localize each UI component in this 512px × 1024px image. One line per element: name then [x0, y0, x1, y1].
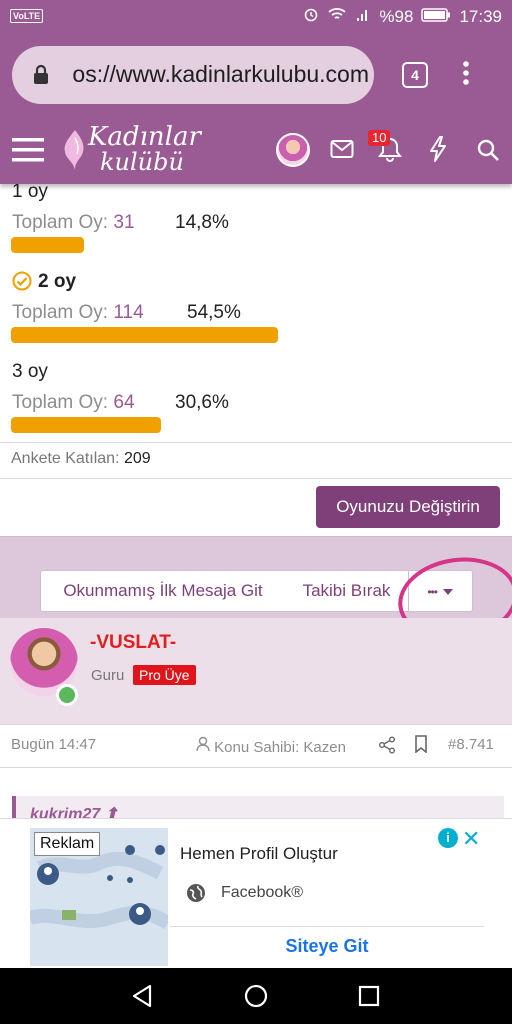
status-bar: VoLTE %98 17:39 [0, 0, 512, 36]
unfollow-button[interactable]: Takibi Bırak [285, 570, 409, 612]
poll-participants: Ankete Katılan: 209 [11, 450, 151, 468]
votes-count: 114 [113, 302, 144, 323]
post-number[interactable]: #8.741 [448, 736, 494, 753]
post-date[interactable]: Bugün 14:47 [11, 736, 96, 753]
ad-close-icon[interactable]: ✕ [462, 826, 480, 852]
poll-option-1-bar [11, 237, 84, 253]
browser-toolbar: os://www.kadinlarkulubu.com 4 [0, 36, 512, 114]
divider [0, 478, 512, 479]
poll-option-3-label: 3 oy [12, 361, 48, 382]
poll-option-1-votes: Toplam Oy: 31 [12, 212, 135, 234]
ad-source: Facebook® [221, 884, 304, 901]
volte-indicator: VoLTE [10, 9, 44, 23]
alarm-icon [303, 6, 319, 27]
post-header [0, 618, 512, 724]
poll-option-1-percent: 14,8% [175, 212, 229, 233]
logo-text-line2: kulübü [100, 148, 184, 176]
site-logo[interactable]: Kadınlar kulübü [60, 122, 210, 178]
lock-icon [32, 64, 50, 91]
poll-option-2-label: 2 oy [38, 271, 77, 292]
share-icon[interactable] [378, 736, 396, 759]
hamburger-menu-icon[interactable] [12, 137, 44, 168]
user-icon [196, 736, 210, 752]
poster-username[interactable]: -VUSLAT- [90, 632, 176, 654]
ad-label: Reklam [34, 832, 101, 856]
bolt-icon[interactable] [428, 136, 448, 167]
ad-cta-button[interactable]: Siteye Git [170, 936, 484, 957]
poll-option-3-votes: Toplam Oy: 64 [12, 392, 135, 414]
tab-switcher-button[interactable]: 4 [402, 62, 428, 88]
more-vert-icon[interactable] [462, 60, 470, 91]
battery-percent: %98 [379, 6, 414, 26]
poll-option-2-bar [11, 327, 278, 343]
participants-label: Ankete Katılan: [11, 450, 120, 467]
votes-count: 64 [113, 392, 135, 413]
globe-icon [186, 883, 206, 908]
participants-count: 209 [123, 450, 151, 467]
recents-icon[interactable] [358, 985, 380, 1012]
clock: 17:39 [459, 6, 502, 26]
notification-badge: 10 [368, 130, 391, 146]
ad-title[interactable]: Hemen Profil Oluştur [180, 844, 338, 864]
votes-label: Toplam Oy: [12, 302, 109, 323]
poll-option-1-label: 1 oy [12, 181, 48, 202]
bookmark-icon[interactable] [414, 735, 428, 758]
pro-member-badge: Pro Üye [133, 665, 196, 685]
thread-author: Konu Sahibi: Kazen [196, 736, 346, 756]
change-vote-button[interactable]: Oyunuzu Değiştirin [316, 486, 500, 528]
back-icon[interactable] [130, 984, 154, 1013]
address-bar[interactable]: os://www.kadinlarkulubu.com [12, 46, 374, 104]
battery-icon [421, 6, 451, 27]
mail-icon[interactable] [330, 139, 354, 164]
ad-info-icon[interactable]: i [438, 828, 458, 848]
online-status-icon [56, 684, 78, 706]
user-avatar[interactable] [276, 133, 310, 167]
author-label: Konu Sahibi: Kazen [214, 739, 346, 756]
url-text: os://www.kadinlarkulubu.com [72, 61, 369, 87]
search-icon[interactable] [476, 138, 500, 167]
signal-icon [355, 6, 371, 27]
divider [170, 926, 484, 927]
poll-option-3-percent: 30,6% [175, 392, 229, 413]
home-icon[interactable] [244, 984, 268, 1013]
divider [0, 442, 512, 443]
poll-option-2-percent: 54,5% [187, 302, 241, 323]
poll-option-3-bar [11, 417, 161, 433]
poll-option-2-votes: Toplam Oy: 114 [12, 302, 144, 324]
votes-label: Toplam Oy: [12, 212, 109, 233]
first-unread-button[interactable]: Okunmamış İlk Mesaja Git [40, 570, 286, 612]
system-nav-bar [0, 968, 512, 1024]
votes-label: Toplam Oy: [12, 392, 109, 413]
votes-count: 31 [113, 212, 135, 233]
site-header: Kadınlar kulübü 10 [0, 114, 512, 184]
poster-rank: Guru [91, 667, 125, 684]
wifi-icon [327, 6, 347, 27]
selected-check-icon [12, 271, 32, 296]
logo-flower-icon [64, 130, 84, 170]
